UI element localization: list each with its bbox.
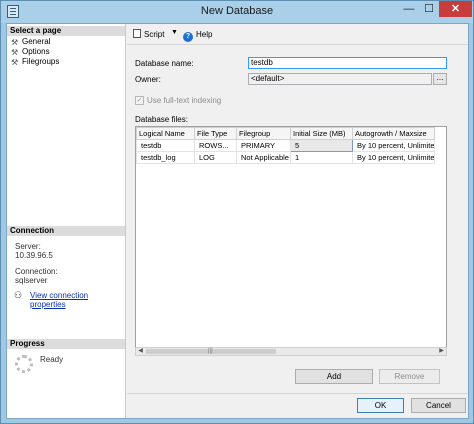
database-files-grid[interactable]: Logical Name File Type Filegroup Initial… <box>135 126 447 356</box>
database-files-table: Logical Name File Type Filegroup Initial… <box>136 127 435 164</box>
grip-icon: ||| <box>208 348 213 354</box>
help-button[interactable]: ? Help <box>183 29 213 42</box>
cell-initial-size[interactable]: 1 <box>290 151 353 164</box>
add-button[interactable]: Add <box>295 369 373 384</box>
table-header-row: Logical Name File Type Filegroup Initial… <box>136 127 435 140</box>
maximize-button[interactable]: ☐ <box>419 1 439 17</box>
page-item-general[interactable]: ⚒ General <box>11 37 50 47</box>
connection-header: Connection <box>7 226 125 236</box>
cell-file-type[interactable]: LOG <box>194 151 237 164</box>
new-database-window: New Database — ☐ ✕ Select a page ⚒ Genera… <box>0 0 474 424</box>
col-logical-name[interactable]: Logical Name <box>136 127 195 140</box>
chevron-down-icon[interactable]: ▼ <box>171 29 178 36</box>
footer-divider <box>127 393 468 394</box>
close-button[interactable]: ✕ <box>439 1 472 17</box>
page-item-filegroups[interactable]: ⚒ Filegroups <box>11 57 59 67</box>
wrench-icon: ⚒ <box>11 38 19 47</box>
horizontal-scrollbar[interactable]: ◀ ||| ▶ <box>135 347 447 356</box>
help-label: Help <box>196 30 213 39</box>
script-icon <box>133 29 141 38</box>
ok-button[interactable]: OK <box>357 398 404 413</box>
cell-logical-name[interactable]: testdb_log <box>136 151 195 164</box>
page-item-label: Filegroups <box>22 57 60 66</box>
help-icon: ? <box>183 32 193 42</box>
wrench-icon: ⚒ <box>11 48 19 57</box>
col-file-type[interactable]: File Type <box>194 127 237 140</box>
owner-browse-button[interactable]: ... <box>433 73 447 85</box>
table-row[interactable]: testdb_log LOG Not Applicable 1 By 10 pe… <box>136 151 435 164</box>
fulltext-checkbox[interactable]: ✓ <box>135 96 144 105</box>
cell-logical-name[interactable]: testdb <box>136 139 195 152</box>
connection-properties-icon: ⚇ <box>14 290 23 300</box>
progress-status: Ready <box>40 355 64 364</box>
script-button[interactable]: Script <box>133 29 164 41</box>
left-pane: Select a page ⚒ General ⚒ Options ⚒ Filegro… <box>7 24 126 418</box>
table-row[interactable]: testdb ROWS... PRIMARY 5 By 10 percent, … <box>136 139 435 152</box>
select-page-header: Select a page <box>7 26 125 36</box>
cancel-button[interactable]: Cancel <box>411 398 466 413</box>
scroll-left-icon[interactable]: ◀ <box>136 348 145 355</box>
wrench-icon: ⚒ <box>11 58 19 67</box>
progress-spinner-icon <box>15 355 33 373</box>
cell-file-type[interactable]: ROWS... <box>194 139 237 152</box>
cell-filegroup[interactable]: Not Applicable <box>236 151 291 164</box>
cell-initial-size[interactable]: 5 <box>290 139 353 152</box>
server-value: 10.39.96.5 <box>15 251 53 260</box>
toolbar: Script ▼ ? Help <box>127 24 468 45</box>
connection-value: sqlserver <box>15 276 48 285</box>
cell-filegroup[interactable]: PRIMARY <box>236 139 291 152</box>
progress-header: Progress <box>7 339 125 349</box>
database-name-input[interactable]: testdb <box>248 57 447 69</box>
scroll-right-icon[interactable]: ▶ <box>437 348 446 355</box>
cell-autogrowth[interactable]: By 10 percent, Unlimited <box>352 139 435 152</box>
title-bar[interactable]: New Database — ☐ ✕ <box>1 1 473 23</box>
col-filegroup[interactable]: Filegroup <box>236 127 291 140</box>
col-initial-size[interactable]: Initial Size (MB) <box>290 127 353 140</box>
fulltext-label: Use full-text indexing <box>147 96 222 105</box>
minimize-button[interactable]: — <box>399 1 419 17</box>
page-item-options[interactable]: ⚒ Options <box>11 47 50 57</box>
col-autogrowth[interactable]: Autogrowth / Maxsize <box>352 127 435 140</box>
database-files-label: Database files: <box>135 115 188 124</box>
database-name-label: Database name: <box>135 59 194 68</box>
page-item-label: Options <box>22 47 50 56</box>
script-label: Script <box>144 30 165 39</box>
view-connection-properties-link[interactable]: View connection properties <box>30 291 125 309</box>
owner-input[interactable]: <default> <box>248 73 432 85</box>
remove-button[interactable]: Remove <box>379 369 440 384</box>
cell-autogrowth[interactable]: By 10 percent, Unlimited <box>352 151 435 164</box>
owner-label: Owner: <box>135 75 161 84</box>
page-item-label: General <box>22 37 51 46</box>
dialog-client: Select a page ⚒ General ⚒ Options ⚒ Filegro… <box>6 23 469 419</box>
